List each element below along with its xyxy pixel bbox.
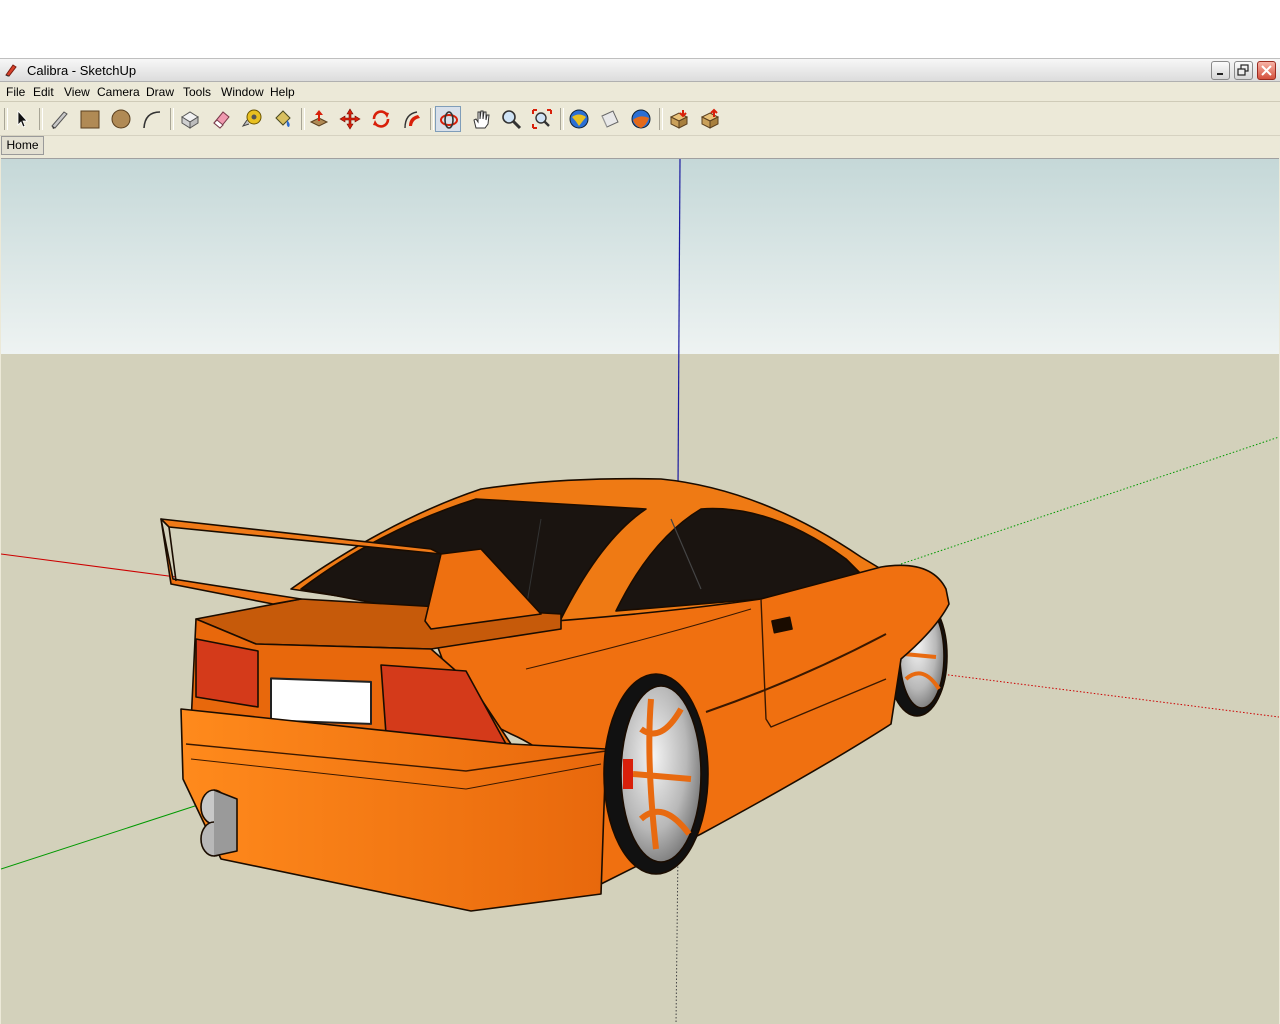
share-component-icon	[700, 108, 720, 129]
menu-window[interactable]: Window	[221, 85, 264, 99]
sketchup-window: Calibra - SketchUp File Edit View Camera…	[0, 58, 1280, 1024]
tool-rotate-button[interactable]	[368, 106, 394, 132]
push-pull-icon	[309, 110, 329, 127]
minimize-button[interactable]	[1211, 61, 1230, 80]
door-handle	[771, 616, 793, 634]
tool-get-models-button[interactable]	[566, 106, 592, 132]
rectangle-icon	[80, 110, 100, 129]
sky	[1, 159, 1279, 354]
menu-file[interactable]: File	[6, 85, 25, 99]
tool-circle-button[interactable]	[108, 106, 134, 132]
license-plate	[270, 677, 372, 725]
eraser-icon	[213, 111, 230, 129]
3d-viewport[interactable]	[1, 158, 1279, 1024]
tool-get-components-button[interactable]	[666, 106, 692, 132]
circle-icon	[111, 109, 131, 129]
toolbar-separator	[430, 108, 434, 130]
brake-caliper	[623, 759, 633, 789]
tool-line-button[interactable]	[46, 106, 72, 132]
menu-tools[interactable]: Tools	[183, 85, 211, 99]
tool-zoom-extents-button[interactable]	[529, 106, 555, 132]
scene-tab-home[interactable]: Home	[1, 136, 44, 155]
tool-google-earth-button[interactable]	[628, 106, 654, 132]
menu-help[interactable]: Help	[270, 85, 295, 99]
tool-share-component-button[interactable]	[697, 106, 723, 132]
toolbar-separator	[560, 108, 564, 130]
tool-follow-me-button[interactable]	[399, 106, 425, 132]
arc-icon	[143, 111, 161, 129]
menu-camera[interactable]: Camera	[97, 85, 140, 99]
tool-zoom-button[interactable]	[498, 106, 524, 132]
toolbar-separator	[170, 108, 174, 130]
left-tail-light	[195, 638, 259, 708]
zoom-extents-icon	[532, 109, 552, 129]
move-icon	[339, 108, 361, 130]
tool-share-model-button[interactable]	[597, 106, 623, 132]
share-model-icon	[601, 110, 619, 128]
close-icon	[1261, 65, 1272, 76]
orbit-icon	[440, 111, 458, 129]
follow-me-icon	[404, 111, 420, 129]
menu-view[interactable]: View	[64, 85, 90, 99]
get-components-icon	[669, 110, 689, 129]
tool-arc-button[interactable]	[139, 106, 165, 132]
tool-paint-bucket-button[interactable]	[270, 106, 296, 132]
select-icon	[17, 109, 28, 128]
tool-make-component-button[interactable]	[177, 106, 203, 132]
close-button[interactable]	[1257, 61, 1276, 80]
tape-measure-icon	[241, 109, 262, 127]
tool-tape-measure-button[interactable]	[239, 106, 265, 132]
restore-icon	[1237, 64, 1249, 76]
window-title: Calibra - SketchUp	[27, 63, 137, 78]
sketchup-logo-icon	[5, 64, 17, 77]
paint-bucket-icon	[275, 110, 291, 127]
toolbar-grip[interactable]	[4, 108, 8, 130]
title-bar[interactable]: Calibra - SketchUp	[0, 58, 1280, 82]
main-toolbar	[0, 102, 1280, 136]
menu-draw[interactable]: Draw	[146, 85, 174, 99]
tool-orbit-button[interactable]	[435, 106, 461, 132]
tool-pan-button[interactable]	[468, 106, 494, 132]
scene-tab-bar: Home	[0, 136, 1280, 158]
get-models-icon	[569, 109, 589, 129]
minimize-icon	[1217, 73, 1223, 75]
restore-button[interactable]	[1234, 61, 1253, 80]
tool-move-button[interactable]	[337, 106, 363, 132]
zoom-icon	[502, 110, 522, 130]
pan-icon	[473, 110, 490, 129]
make-component-icon	[181, 111, 199, 129]
pencil-line-icon	[51, 111, 68, 129]
toolbar-separator	[659, 108, 663, 130]
tool-push-pull-button[interactable]	[306, 106, 332, 132]
toolbar-separator	[301, 108, 305, 130]
toolbar-separator	[39, 108, 43, 130]
rotate-icon	[372, 110, 390, 128]
tool-eraser-button[interactable]	[208, 106, 234, 132]
tool-select-button[interactable]	[9, 106, 35, 132]
menu-bar: File Edit View Camera Draw Tools Window …	[0, 82, 1280, 102]
tool-rectangle-button[interactable]	[77, 106, 103, 132]
menu-edit[interactable]: Edit	[33, 85, 54, 99]
google-earth-icon	[631, 109, 651, 129]
